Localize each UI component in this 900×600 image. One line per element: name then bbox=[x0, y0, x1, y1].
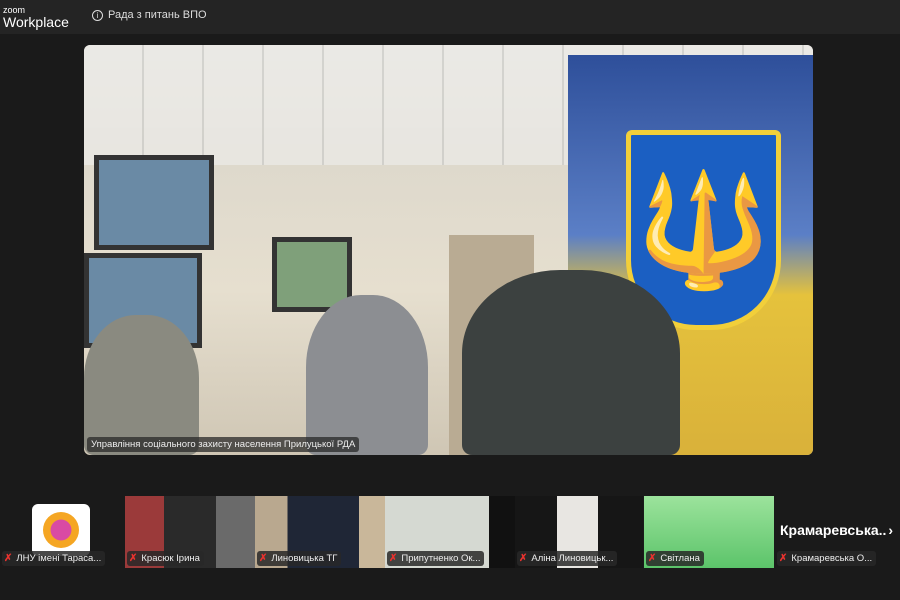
participant-name: Крамаревська О... bbox=[791, 553, 873, 564]
wall-picture bbox=[94, 155, 214, 250]
participant-name: Аліна Линовицьк... bbox=[531, 553, 614, 564]
mic-muted-icon: ✗ bbox=[779, 553, 788, 564]
chevron-right-icon[interactable]: › bbox=[888, 522, 893, 538]
participant-name: Припутненко Ок... bbox=[401, 553, 481, 564]
participant-name-label: Управління соціального захисту населення… bbox=[87, 437, 360, 452]
main-video[interactable]: 🔱 Управління соціального захисту населен… bbox=[84, 45, 813, 455]
thumbnail-tile[interactable]: Крамаревська.. › ✗ Крамаревська О... bbox=[775, 496, 900, 568]
zoom-logo: zoom Workplace bbox=[3, 6, 69, 30]
top-bar: zoom Workplace i Рада з питань ВПО bbox=[0, 0, 900, 34]
meeting-info[interactable]: i Рада з питань ВПО bbox=[92, 9, 207, 21]
participant-name: Линовицька ТГ bbox=[271, 553, 338, 564]
mic-muted-icon: ✗ bbox=[519, 553, 528, 564]
mic-muted-icon: ✗ bbox=[4, 553, 13, 564]
meeting-title: Рада з питань ВПО bbox=[108, 9, 207, 21]
participant-name: Світлана bbox=[660, 553, 700, 564]
thumbnail-tile[interactable]: ✗ ЛНУ імені Тараса... bbox=[0, 496, 122, 568]
participant-person bbox=[84, 315, 199, 455]
thumbnail-tile[interactable]: ✗ Красюк Ірина bbox=[125, 496, 255, 568]
thumbnail-tile[interactable]: ✗ Аліна Линовицьк... bbox=[515, 496, 643, 568]
mic-muted-icon: ✗ bbox=[648, 553, 657, 564]
participant-person bbox=[306, 295, 428, 455]
participant-display-name: Крамаревська.. bbox=[780, 522, 887, 538]
university-logo bbox=[32, 504, 90, 556]
mic-muted-icon: ✗ bbox=[389, 553, 398, 564]
mic-muted-icon: ✗ bbox=[129, 553, 138, 564]
info-icon[interactable]: i bbox=[92, 9, 103, 21]
participant-person bbox=[462, 270, 680, 455]
thumbnail-tile[interactable]: ✗ Линовицька ТГ bbox=[255, 496, 385, 568]
thumbnail-tile[interactable]: ✗ Світлана bbox=[644, 496, 774, 568]
thumbnail-tile[interactable]: ✗ Припутненко Ок... bbox=[385, 496, 515, 568]
mic-muted-icon: ✗ bbox=[259, 553, 268, 564]
brand-large: Workplace bbox=[3, 14, 69, 30]
participant-name: ЛНУ імені Тараса... bbox=[16, 553, 102, 564]
participant-name: Красюк Ірина bbox=[141, 553, 200, 564]
